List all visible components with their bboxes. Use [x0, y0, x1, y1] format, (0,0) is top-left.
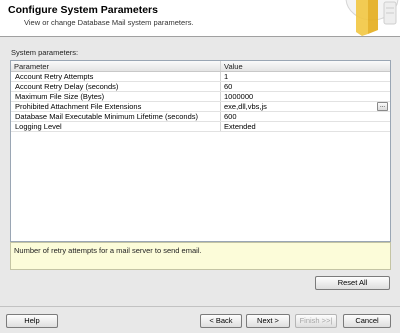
parameters-grid: Parameter Value Account Retry Attempts 1…: [10, 60, 391, 242]
parameter-value-cell[interactable]: exe,dll,vbs,js ...: [221, 102, 390, 111]
table-row[interactable]: Logging Level Extended: [11, 122, 390, 132]
table-row[interactable]: Account Retry Attempts 1: [11, 72, 390, 82]
parameter-name: Database Mail Executable Minimum Lifetim…: [11, 112, 221, 121]
table-row[interactable]: Account Retry Delay (seconds) 60: [11, 82, 390, 92]
parameter-value[interactable]: exe,dll,vbs,js: [224, 102, 267, 111]
parameter-value[interactable]: 1: [221, 72, 390, 81]
cancel-button[interactable]: Cancel: [343, 314, 391, 328]
database-mail-icon: [345, 0, 399, 36]
parameter-name: Maximum File Size (Bytes): [11, 92, 221, 101]
edit-extensions-button[interactable]: ...: [377, 102, 388, 111]
back-button[interactable]: < Back: [200, 314, 242, 328]
page-title: Configure System Parameters: [8, 4, 158, 16]
reset-all-button[interactable]: Reset All: [315, 276, 390, 290]
table-row[interactable]: Prohibited Attachment File Extensions ex…: [11, 102, 390, 112]
parameter-value[interactable]: Extended: [221, 122, 390, 131]
parameter-name: Prohibited Attachment File Extensions: [11, 102, 221, 111]
system-parameters-label: System parameters:: [11, 48, 79, 57]
wizard-header: Configure System Parameters View or chan…: [0, 0, 400, 37]
page-subtitle: View or change Database Mail system para…: [24, 18, 194, 27]
footer-divider: [0, 306, 400, 307]
parameter-name: Logging Level: [11, 122, 221, 131]
table-row[interactable]: Maximum File Size (Bytes) 1000000: [11, 92, 390, 102]
column-header-value[interactable]: Value: [221, 61, 390, 71]
parameter-value[interactable]: 600: [221, 112, 390, 121]
parameter-value[interactable]: 60: [221, 82, 390, 91]
parameter-name: Account Retry Delay (seconds): [11, 82, 221, 91]
grid-header: Parameter Value: [11, 61, 390, 72]
parameter-value[interactable]: 1000000: [221, 92, 390, 101]
table-row[interactable]: Database Mail Executable Minimum Lifetim…: [11, 112, 390, 122]
next-button[interactable]: Next >: [246, 314, 290, 328]
column-header-parameter[interactable]: Parameter: [11, 61, 221, 71]
parameter-name: Account Retry Attempts: [11, 72, 221, 81]
finish-button[interactable]: Finish >>|: [295, 314, 337, 328]
parameter-description: Number of retry attempts for a mail serv…: [10, 242, 391, 270]
help-button[interactable]: Help: [6, 314, 58, 328]
